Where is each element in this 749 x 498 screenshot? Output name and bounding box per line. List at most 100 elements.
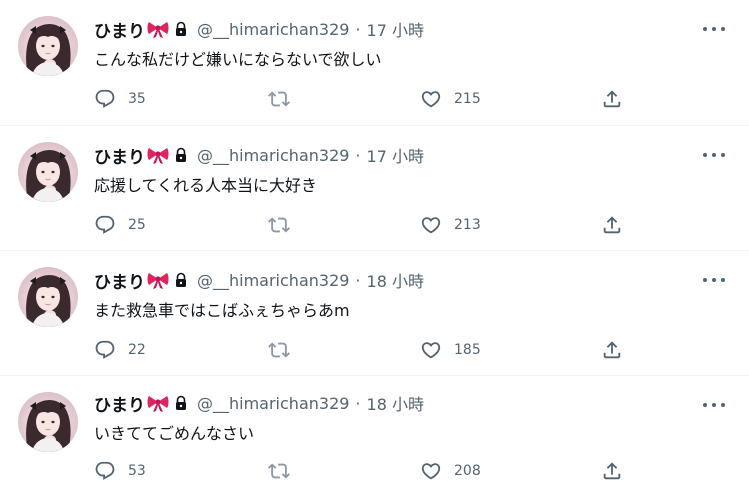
more-icon — [703, 27, 707, 31]
reply-icon — [95, 215, 115, 234]
reply-button[interactable]: 22 — [94, 337, 146, 363]
ribbon-emoji — [147, 22, 169, 38]
more-icon — [703, 153, 707, 157]
more-button[interactable] — [703, 147, 725, 163]
tweet[interactable]: ひまり @__himarichan329 · 17 小時 応援してくれる人本当に… — [0, 126, 749, 251]
user-handle[interactable]: @__himarichan329 — [197, 20, 349, 39]
lock-icon — [176, 21, 186, 36]
share-button[interactable] — [601, 337, 623, 363]
avatar[interactable] — [18, 392, 78, 452]
like-count: 213 — [454, 217, 481, 233]
reply-button[interactable]: 35 — [94, 86, 146, 112]
like-button[interactable]: 215 — [420, 86, 481, 112]
ribbon-emoji — [147, 148, 169, 164]
share-button[interactable] — [601, 86, 623, 112]
tweet-header: ひまり @__himarichan329 · 18 小時 — [94, 268, 424, 293]
display-name[interactable]: ひまり — [94, 391, 145, 416]
like-count: 215 — [454, 91, 481, 107]
timestamp[interactable]: 18 小時 — [367, 391, 424, 415]
separator-dot: · — [355, 145, 361, 165]
avatar[interactable] — [18, 267, 78, 327]
timestamp[interactable]: 17 小時 — [367, 17, 424, 41]
reply-icon — [95, 89, 115, 108]
tweet-text: こんな私だけど嫌いにならないで欲しい — [94, 50, 382, 69]
share-icon — [603, 341, 621, 359]
like-button[interactable]: 208 — [420, 458, 481, 484]
share-button[interactable] — [601, 212, 623, 238]
tweet-feed: ひまり @__himarichan329 · 17 小時 こんな私だけど嫌いにな… — [0, 0, 749, 498]
more-button[interactable] — [703, 272, 725, 288]
more-icon-dot — [712, 278, 716, 282]
avatar-photo — [26, 24, 71, 76]
more-icon-dot — [721, 403, 725, 407]
retweet-button[interactable] — [268, 86, 290, 112]
retweet-button[interactable] — [268, 212, 290, 238]
action-bar: 35 215 — [0, 86, 749, 112]
more-icon-dot — [712, 153, 716, 157]
like-button[interactable]: 185 — [420, 337, 481, 363]
reply-count: 35 — [128, 91, 146, 107]
share-icon — [603, 216, 621, 234]
share-button[interactable] — [601, 458, 623, 484]
retweet-icon — [268, 342, 290, 358]
avatar[interactable] — [18, 16, 78, 76]
heart-icon — [421, 217, 441, 234]
heart-icon — [421, 342, 441, 359]
reply-icon — [95, 340, 115, 359]
like-button[interactable]: 213 — [420, 212, 481, 238]
like-count: 208 — [454, 463, 481, 479]
user-handle[interactable]: @__himarichan329 — [197, 271, 349, 290]
user-handle[interactable]: @__himarichan329 — [197, 394, 349, 413]
share-icon — [603, 90, 621, 108]
timestamp[interactable]: 17 小時 — [367, 143, 424, 167]
separator-dot: · — [355, 19, 361, 39]
reply-count: 53 — [128, 463, 146, 479]
more-icon-dot — [721, 278, 725, 282]
avatar-photo — [26, 150, 71, 202]
tweet-text: また救急車ではこばふぇちゃらあm — [94, 301, 350, 320]
more-icon-dot — [721, 27, 725, 31]
action-bar: 25 213 — [0, 212, 749, 238]
reply-icon — [95, 461, 115, 480]
more-icon — [703, 403, 707, 407]
tweet[interactable]: ひまり @__himarichan329 · 18 小時 また救急車ではこばふぇ… — [0, 251, 749, 376]
reply-button[interactable]: 53 — [94, 458, 146, 484]
tweet-text: 応援してくれる人本当に大好き — [94, 176, 318, 195]
tweet[interactable]: ひまり @__himarichan329 · 17 小時 こんな私だけど嫌いにな… — [0, 0, 749, 126]
retweet-icon — [268, 91, 290, 107]
display-name[interactable]: ひまり — [94, 143, 145, 168]
display-name[interactable]: ひまり — [94, 17, 145, 42]
timestamp[interactable]: 18 小時 — [367, 268, 424, 292]
heart-icon — [421, 91, 441, 108]
reply-count: 25 — [128, 217, 146, 233]
tweet[interactable]: ひまり @__himarichan329 · 18 小時 いきててごめんなさい — [0, 376, 749, 498]
separator-dot: · — [355, 270, 361, 290]
reply-count: 22 — [128, 342, 146, 358]
action-bar: 53 208 — [0, 458, 749, 484]
heart-icon — [421, 463, 441, 480]
separator-dot: · — [355, 393, 361, 413]
avatar-photo — [26, 400, 71, 452]
tweet-header: ひまり @__himarichan329 · 18 小時 — [94, 391, 424, 416]
ribbon-emoji — [147, 273, 169, 289]
more-icon-dot — [712, 27, 716, 31]
avatar[interactable] — [18, 142, 78, 202]
like-count: 185 — [454, 342, 481, 358]
action-bar: 22 185 — [0, 337, 749, 363]
avatar-photo — [26, 275, 71, 327]
tweet-header: ひまり @__himarichan329 · 17 小時 — [94, 143, 424, 168]
more-icon-dot — [712, 403, 716, 407]
share-icon — [603, 462, 621, 480]
retweet-button[interactable] — [268, 337, 290, 363]
display-name[interactable]: ひまり — [94, 268, 145, 293]
lock-icon — [176, 272, 186, 287]
more-button[interactable] — [703, 397, 725, 413]
lock-icon — [176, 395, 186, 410]
lock-icon — [176, 147, 186, 162]
retweet-icon — [268, 463, 290, 479]
retweet-button[interactable] — [268, 458, 290, 484]
reply-button[interactable]: 25 — [94, 212, 146, 238]
user-handle[interactable]: @__himarichan329 — [197, 146, 349, 165]
tweet-header: ひまり @__himarichan329 · 17 小時 — [94, 17, 424, 42]
more-button[interactable] — [703, 21, 725, 37]
